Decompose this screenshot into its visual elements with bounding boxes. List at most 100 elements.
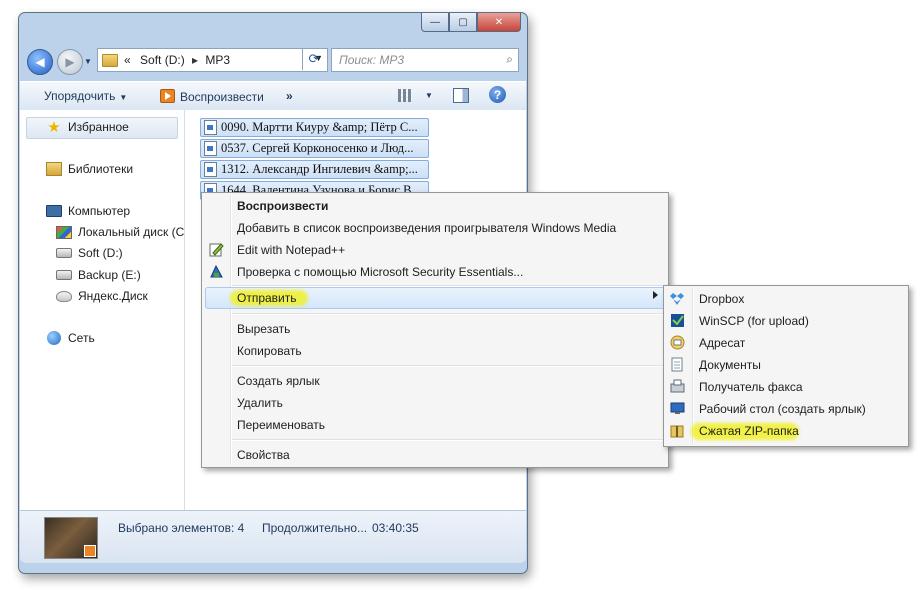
navigation-pane: ★ Избранное Библиотеки Компьютер Локальн… [20,110,185,510]
nav-favorites-label: Избранное [68,120,129,134]
security-essentials-icon [208,263,224,279]
search-placeholder: Поиск: MP3 [339,53,405,67]
nav-yandex-label: Яндекс.Диск [78,289,148,303]
computer-icon [46,204,62,218]
address-bar[interactable]: « Soft (D:) ▸ MP3 ▼ [97,48,328,72]
minimize-button[interactable]: — [421,13,449,32]
drive-icon [56,268,72,282]
recent-pages-dropdown[interactable]: ▼ [84,57,92,66]
menu-item-send-to[interactable]: Отправить [237,291,297,305]
nav-libraries[interactable]: Библиотеки [46,162,133,176]
selected-count: Выбрано элементов: 4 [118,521,245,535]
forward-button[interactable]: ▶ [57,49,83,75]
organize-button[interactable]: Упорядочить ▼ [44,89,127,103]
nav-favorites[interactable]: ★ Избранное [46,119,129,136]
list-item[interactable]: 0090. Мартти Киуру &amp; Пётр С... [200,118,429,137]
nav-libraries-label: Библиотеки [68,162,134,176]
menu-item-properties[interactable]: Свойства [237,448,290,462]
back-button[interactable]: ◀ [27,49,53,75]
nav-network[interactable]: Сеть [46,331,95,345]
view-dropdown-icon[interactable]: ▼ [425,91,433,100]
submenu-item-recipient[interactable]: Адресат [699,336,745,350]
drive-icon [56,246,72,260]
submenu-arrow-icon [653,291,658,299]
submenu-item-winscp[interactable]: WinSCP (for upload) [699,314,809,328]
nav-local-disk-label: Локальный диск (C [78,225,185,239]
nav-local-disk[interactable]: Локальный диск (C [56,225,184,239]
file-name: 0537. Сергей Корконосенко и Люд... [221,141,414,155]
submenu-item-zip[interactable]: Сжатая ZIP-папка [699,424,799,438]
window-controls: — ▢ ✕ [421,13,521,32]
command-bar: Упорядочить ▼ Воспроизвести » ▼ ? [20,81,526,111]
mail-recipient-icon [669,334,685,350]
close-button[interactable]: ✕ [477,13,521,32]
menu-separator [232,365,666,367]
submenu-item-desktop[interactable]: Рабочий стол (создать ярлык) [699,402,866,416]
menu-item-delete[interactable]: Удалить [237,396,283,410]
menu-separator [232,439,666,441]
library-icon [46,162,62,176]
star-icon: ★ [47,119,61,136]
nav-backup-label: Backup (E:) [78,268,141,282]
duration-value: 03:40:35 [372,521,419,535]
nav-network-label: Сеть [68,331,95,345]
file-name: 1312. Александр Ингилевич &amp;... [221,162,418,176]
winscp-icon [669,312,685,328]
breadcrumb-separator[interactable]: ▸ [192,53,198,67]
refresh-button[interactable]: ⟳ [302,48,325,70]
context-menu: Воспроизвести Добавить в список воспроиз… [201,192,669,468]
arrow-left-icon: ◀ [35,55,45,69]
audio-file-icon [204,162,217,177]
submenu-item-dropbox[interactable]: Dropbox [699,292,744,306]
more-commands-button[interactable]: » [286,89,293,103]
details-pane: Выбрано элементов: 4 Продолжительно... 0… [20,510,526,563]
nav-computer[interactable]: Компьютер [46,204,130,218]
play-icon [84,545,96,557]
address-overflow[interactable]: « [124,53,131,67]
yandex-disk-icon [56,289,72,303]
menu-item-rename[interactable]: Переименовать [237,418,325,432]
menu-separator [232,313,666,315]
menu-item-cut[interactable]: Вырезать [237,322,290,336]
menu-item-mse-scan[interactable]: Проверка с помощью Microsoft Security Es… [237,265,523,279]
menu-item-copy[interactable]: Копировать [237,344,302,358]
zip-folder-icon [669,422,685,438]
arrow-right-icon: ▶ [65,55,75,69]
nav-yandex-disk[interactable]: Яндекс.Диск [56,289,148,303]
list-item[interactable]: 1312. Александр Ингилевич &amp;... [200,160,429,179]
submenu-item-fax[interactable]: Получатель факса [699,380,803,394]
maximize-button[interactable]: ▢ [449,13,477,32]
organize-label: Упорядочить [44,89,116,103]
documents-icon [669,356,685,372]
menu-item-edit-notepadpp[interactable]: Edit with Notepad++ [237,243,345,257]
menu-item-play[interactable]: Воспроизвести [237,199,328,213]
refresh-icon: ⟳ [308,51,320,66]
dropbox-icon [669,290,685,306]
audio-file-icon [204,120,217,135]
duration-label: Продолжительно... [262,521,368,535]
help-icon[interactable]: ? [489,86,506,103]
play-button[interactable]: Воспроизвести [160,89,264,104]
submenu-item-documents[interactable]: Документы [699,358,761,372]
breadcrumb-folder[interactable]: MP3 [205,53,230,67]
fax-icon [669,378,685,394]
nav-soft-label: Soft (D:) [78,246,123,260]
nav-soft-drive[interactable]: Soft (D:) [56,246,123,260]
menu-item-create-shortcut[interactable]: Создать ярлык [237,374,320,388]
change-view-icon[interactable] [398,89,412,102]
audio-file-icon [204,141,217,156]
menu-item-add-to-wmp[interactable]: Добавить в список воспроизведения проигр… [237,221,616,235]
network-icon [46,331,62,345]
send-to-submenu: Dropbox WinSCP (for upload) Адресат Доку… [663,285,909,447]
search-input[interactable]: Поиск: MP3 ⌕ [331,48,519,72]
list-item[interactable]: 0537. Сергей Корконосенко и Люд... [200,139,429,158]
breadcrumb-drive[interactable]: Soft (D:) [140,53,185,67]
media-thumbnail [44,517,98,559]
file-name: 0090. Мартти Киуру &amp; Пётр С... [221,120,418,134]
nav-backup-drive[interactable]: Backup (E:) [56,268,141,282]
search-icon: ⌕ [506,52,513,66]
play-icon [160,89,175,103]
preview-pane-icon[interactable] [453,88,469,103]
play-label: Воспроизвести [180,90,264,104]
folder-icon [102,53,118,67]
